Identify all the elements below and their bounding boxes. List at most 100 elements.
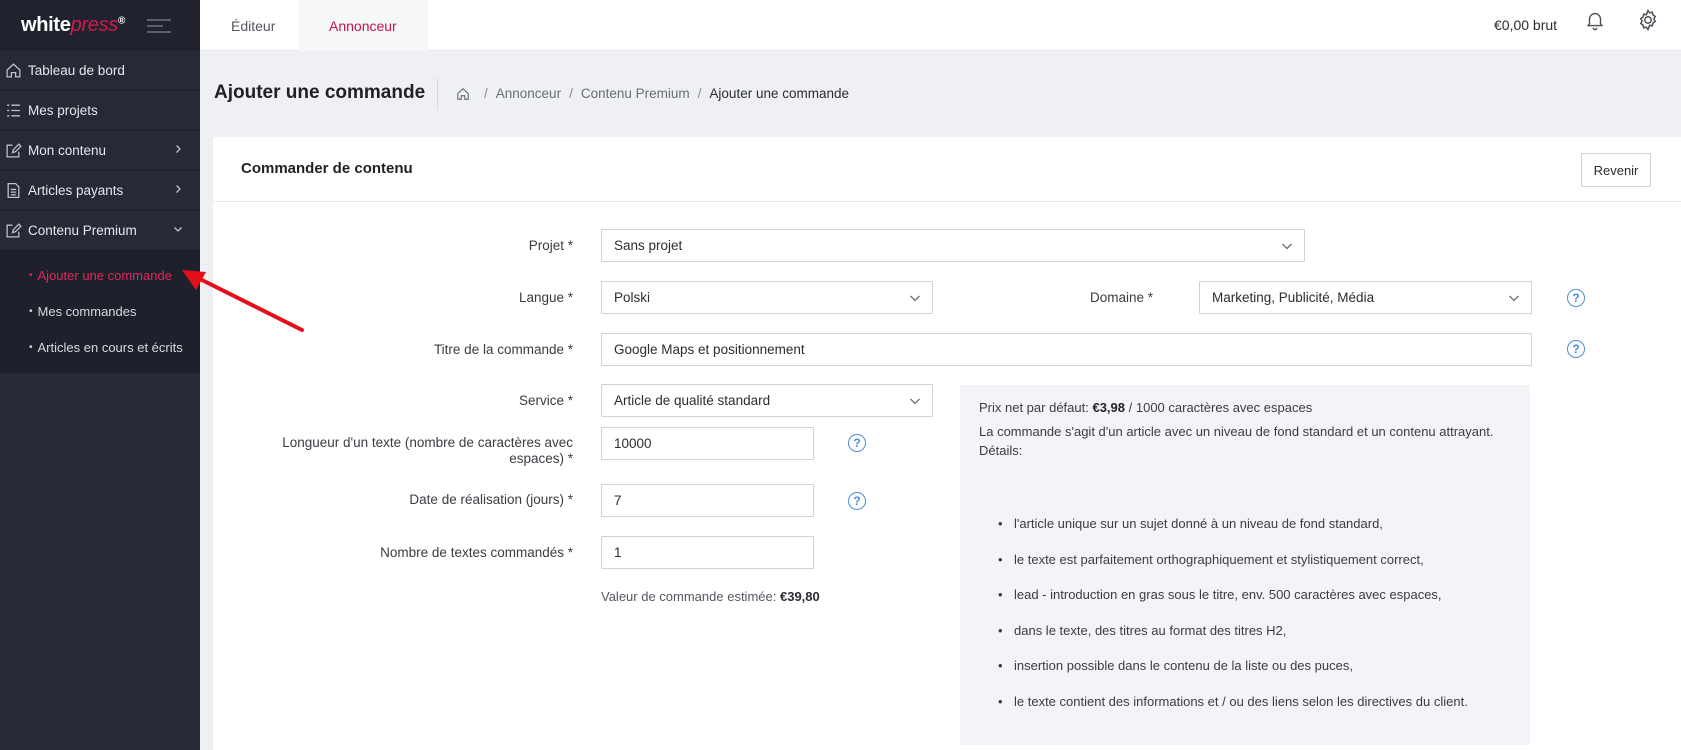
service-select[interactable]: Article de qualité standard (601, 384, 933, 417)
longueur-input[interactable]: 10000 (601, 427, 814, 460)
date-value: 7 (614, 493, 622, 508)
list-icon (7, 104, 20, 117)
logo-text-press: press (70, 14, 119, 36)
edit-icon (6, 223, 22, 238)
sidebar-item-tableau-de-bord[interactable]: Tableau de bord (0, 51, 200, 91)
sidebar-item-label: Tableau de bord (28, 63, 125, 78)
edit-icon (6, 143, 22, 158)
titre-value: Google Maps et positionnement (614, 342, 805, 357)
bell-icon[interactable] (1584, 9, 1606, 31)
annotation-arrow-icon (182, 270, 304, 332)
help-icon-titre[interactable]: ? (1567, 340, 1585, 358)
submenu-item-label: Ajouter une commande (37, 267, 172, 283)
submenu-item-ajouter-une-commande[interactable]: • Ajouter une commande (0, 257, 200, 293)
chevron-down-icon (910, 295, 920, 302)
list-item: le texte contient des informations et / … (994, 692, 1511, 711)
submenu-item-articles-en-cours[interactable]: • Articles en cours et écrits (0, 329, 200, 365)
breadcrumb-annonceur[interactable]: Annonceur (496, 86, 561, 101)
sidebar-item-mes-projets[interactable]: Mes projets (0, 91, 200, 131)
submenu-contenu-premium: • Ajouter une commande • Mes commandes • Ar… (0, 251, 200, 373)
sidebar-nav: Tableau de bord Mes projets Mon contenu … (0, 51, 200, 251)
breadcrumb-contenu-premium[interactable]: Contenu Premium (581, 86, 690, 101)
sidebar-item-label: Articles payants (28, 183, 124, 198)
sidebar-item-mon-contenu[interactable]: Mon contenu (0, 131, 200, 171)
default-price-line: Prix net par défaut: €3,98 / 1000 caract… (979, 398, 1511, 417)
submenu-item-label: Articles en cours et écrits (37, 339, 183, 355)
price-prefix: Prix net par défaut: (979, 400, 1089, 415)
service-label: Service * (518, 393, 573, 408)
sidebar-item-label: Contenu Premium (28, 223, 137, 238)
home-icon (6, 63, 21, 78)
sidebar-item-contenu-premium[interactable]: Contenu Premium (0, 211, 200, 251)
longueur-label: Longueur d'un texte (nombre de caractère… (253, 435, 573, 467)
logo-text-white: white (21, 14, 71, 36)
details-label: Détails: (979, 443, 1023, 458)
service-info-panel: Prix net par défaut: €3,98 / 1000 caract… (960, 385, 1530, 745)
submenu-item-mes-commandes[interactable]: • Mes commandes (0, 293, 200, 329)
domaine-value: Marketing, Publicité, Média (1212, 290, 1375, 305)
price-value: €3,98 (1092, 400, 1126, 415)
home-icon[interactable] (456, 87, 470, 101)
help-icon-domaine[interactable]: ? (1567, 289, 1585, 307)
list-item: lead - introduction en gras sous le titr… (994, 585, 1511, 604)
langue-value: Polski (614, 290, 651, 305)
titre-label: Titre de la commande * (433, 342, 573, 357)
chevron-down-icon (1509, 295, 1519, 302)
domaine-select[interactable]: Marketing, Publicité, Média (1199, 281, 1532, 314)
details-list: l'article unique sur un sujet donné à un… (979, 514, 1511, 711)
logo-bar: whitepress® (0, 0, 200, 51)
longueur-label-line2: espaces) * (509, 451, 573, 466)
projet-select[interactable]: Sans projet (601, 229, 1305, 262)
logo-mark: ® (118, 15, 126, 27)
breadcrumb: / Annonceur / Contenu Premium / Ajouter … (456, 86, 849, 101)
chevron-down-icon (1282, 243, 1292, 250)
help-icon-longueur[interactable]: ? (848, 434, 866, 452)
logo[interactable]: whitepress® (21, 14, 125, 37)
list-item: l'article unique sur un sujet donné à un… (994, 514, 1511, 533)
tab-annonceur[interactable]: Annonceur (298, 0, 428, 51)
longueur-label-line1: Longueur d'un texte (nombre de caractère… (282, 435, 573, 450)
titre-input[interactable]: Google Maps et positionnement (601, 333, 1532, 366)
projet-label: Projet * (528, 238, 573, 253)
card-header: Commander de contenu Revenir (213, 137, 1681, 202)
nombre-label: Nombre de textes commandés * (380, 545, 573, 560)
gear-icon[interactable] (1636, 8, 1660, 32)
nombre-input[interactable]: 1 (601, 536, 814, 569)
sidebar-item-label: Mon contenu (28, 143, 107, 158)
domaine-label: Domaine * (1089, 290, 1153, 305)
chevron-right-icon (176, 185, 181, 193)
breadcrumb-current: Ajouter une commande (709, 86, 850, 101)
date-label: Date de réalisation (jours) * (409, 492, 573, 507)
projet-value: Sans projet (614, 238, 683, 253)
service-value: Article de qualité standard (614, 393, 771, 408)
sidebar: whitepress® Tableau de bord Mes projets … (0, 0, 200, 750)
chevron-down-icon (174, 227, 182, 232)
list-item: insertion possible dans le contenu de la… (994, 656, 1511, 675)
page-title: Ajouter une commande (214, 82, 426, 103)
chevron-down-icon (910, 398, 920, 405)
estimate-amount: €39,80 (779, 589, 820, 604)
list-item: dans le texte, des titres au format des … (994, 621, 1511, 640)
longueur-value: 10000 (614, 436, 652, 451)
sidebar-item-label: Mes projets (28, 103, 98, 118)
hamburger-menu-icon[interactable] (147, 18, 172, 33)
order-card: Commander de contenu Revenir Projet * Sa… (213, 137, 1681, 750)
chevron-right-icon (176, 145, 181, 153)
nombre-value: 1 (614, 545, 622, 560)
tab-editeur[interactable]: Éditeur (200, 0, 306, 51)
card-title: Commander de contenu (241, 160, 413, 177)
help-icon-date[interactable]: ? (848, 492, 866, 510)
header-divider (437, 78, 438, 110)
submenu-item-label: Mes commandes (37, 303, 137, 319)
estimate-label: Valeur de commande estimée: (601, 589, 777, 604)
service-description: La commande s'agit d'un article avec un … (979, 424, 1494, 439)
langue-select[interactable]: Polski (601, 281, 933, 314)
list-item: le texte est parfaitement orthographique… (994, 550, 1511, 569)
balance-price: €0,00 brut (1494, 17, 1558, 33)
document-icon (7, 182, 20, 199)
sidebar-item-articles-payants[interactable]: Articles payants (0, 171, 200, 211)
estimated-value: Valeur de commande estimée: €39,80 (601, 589, 820, 604)
back-button[interactable]: Revenir (1581, 153, 1651, 187)
topbar: Éditeur Annonceur €0,00 brut (200, 0, 1681, 51)
date-input[interactable]: 7 (601, 484, 814, 517)
